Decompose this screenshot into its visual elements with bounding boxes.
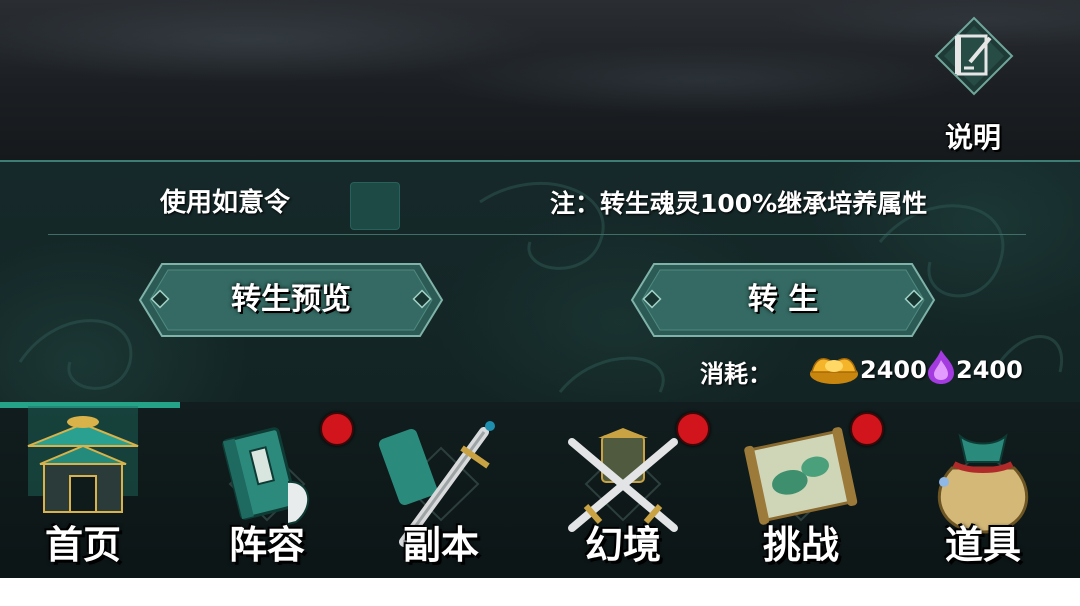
rebirth-button[interactable]: 转 生 (628, 260, 938, 340)
use-token-checkbox[interactable] (350, 182, 400, 230)
divider (48, 234, 1026, 235)
purple-soul-flame-icon (928, 350, 954, 384)
nav-label-items: 道具 (944, 523, 1021, 567)
nav-item-dungeon[interactable]: 副本 (366, 402, 516, 578)
soul-amount: 2400 (956, 356, 1023, 384)
bottom-nav: 首页 阵容 副本 幻境 挑战 道具 (0, 402, 1080, 578)
nav-item-challenge[interactable]: 挑战 (726, 402, 884, 578)
game-screen: 说明 使用如意令 注：转生魂灵100%继承培养属性 转生预览 转 生 消耗： 2… (0, 0, 1080, 578)
nav-label-challenge: 挑战 (762, 523, 839, 567)
rebirth-preview-label: 转生预览 (231, 282, 351, 317)
cost-row: 消耗： 2400 2400 (700, 350, 1040, 390)
nav-label-lineup: 阵容 (228, 523, 305, 567)
nav-item-illusion[interactable]: 幻境 (548, 402, 710, 578)
nav-item-lineup[interactable]: 阵容 (192, 402, 354, 578)
nav-label-dungeon: 副本 (402, 523, 479, 567)
help-button[interactable]: 说明 (928, 12, 1018, 154)
gold-ingot-icon (810, 358, 858, 384)
use-token-label: 使用如意令 (160, 188, 291, 218)
nav-item-home[interactable]: 首页 (8, 402, 158, 578)
rebirth-preview-button[interactable]: 转生预览 (136, 260, 446, 340)
inheritance-note: 注：转生魂灵100%继承培养属性 (550, 189, 928, 218)
nav-item-items[interactable]: 道具 (908, 402, 1058, 578)
help-label: 说明 (944, 121, 1001, 154)
challenge-badge (850, 412, 884, 446)
lineup-badge (320, 412, 354, 446)
rebirth-label: 转 生 (747, 282, 819, 317)
rebirth-panel: 使用如意令 注：转生魂灵100%继承培养属性 转生预览 转 生 消耗： 2400… (0, 162, 1080, 402)
top-banner: 说明 (0, 0, 1080, 162)
cost-label: 消耗： (700, 360, 772, 388)
illusion-badge (676, 412, 710, 446)
gold-amount: 2400 (860, 356, 927, 384)
nav-label-illusion: 幻境 (584, 523, 661, 567)
nav-label-home: 首页 (44, 523, 121, 567)
help-notebook-icon (934, 16, 1014, 96)
